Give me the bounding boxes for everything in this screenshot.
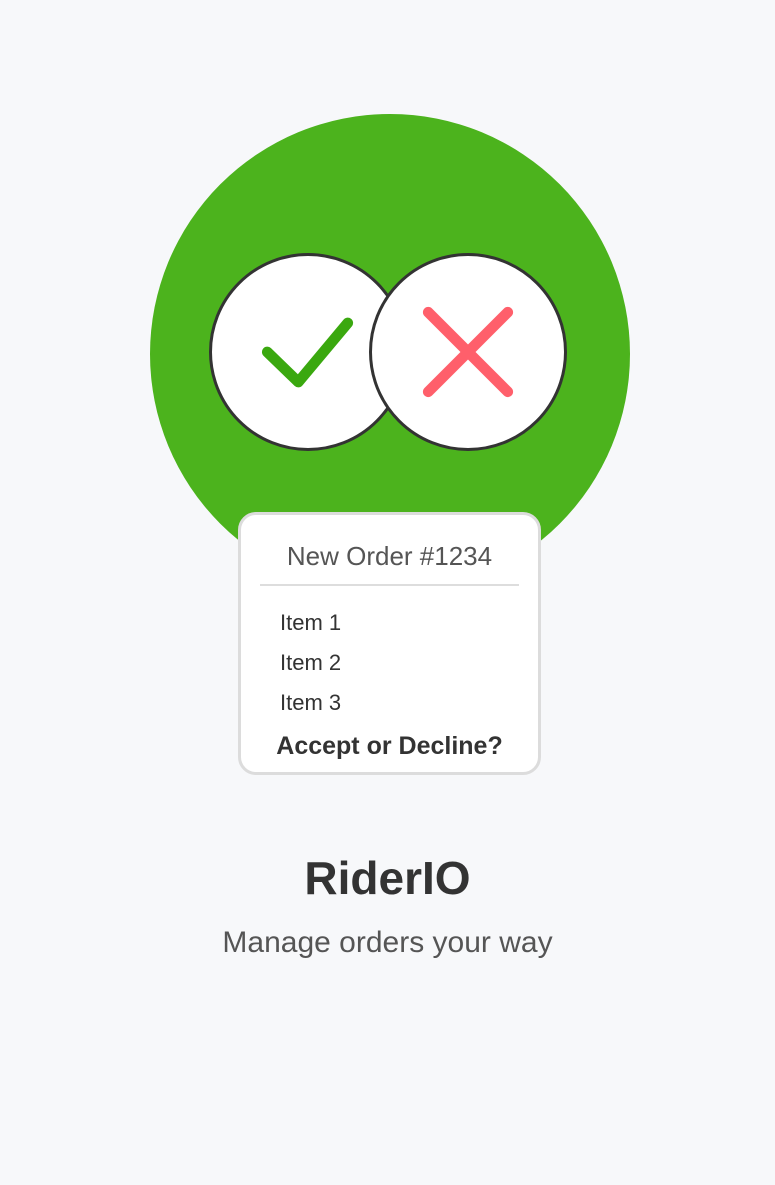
order-card: New Order #1234 Item 1 Item 2 Item 3 Acc… [238,512,541,775]
order-title: New Order #1234 [286,541,493,571]
decline-button[interactable] [369,253,567,451]
list-item: Item 3 [280,690,342,715]
order-items-list: Item 1 Item 2 Item 3 [280,603,341,723]
list-item: Item 1 [280,610,342,635]
order-question: Accept or Decline? [276,732,503,760]
list-item: Item 2 [280,650,342,675]
tagline: Manage orders your way [222,926,553,959]
app-name: RiderIO [304,852,471,904]
divider [260,584,519,586]
close-icon [422,306,514,398]
